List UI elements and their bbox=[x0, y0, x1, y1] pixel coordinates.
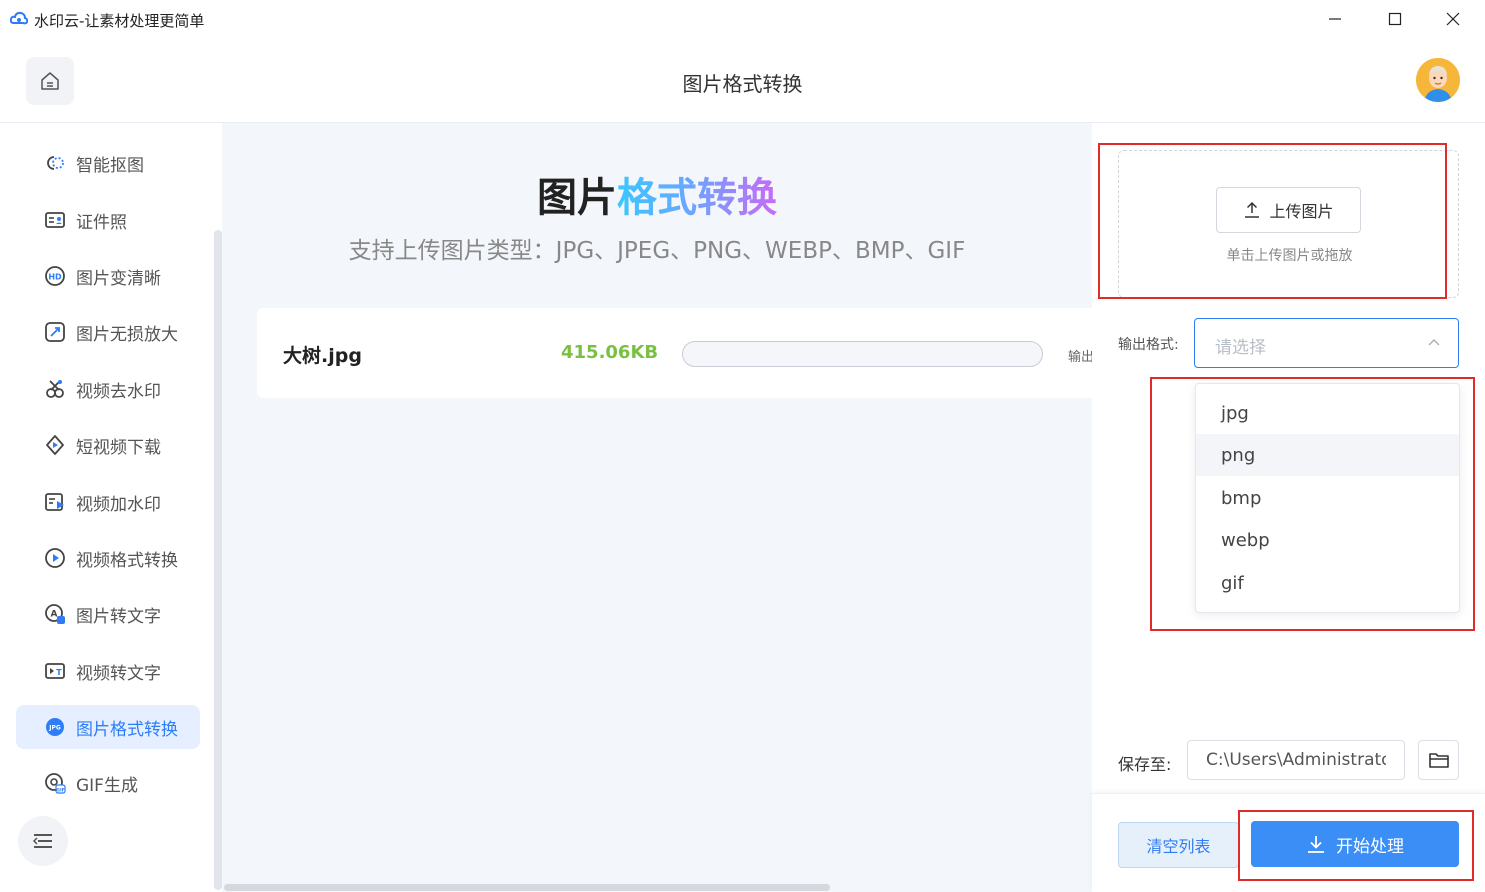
video-add-watermark-icon bbox=[43, 490, 67, 514]
sidebar-item-label: 证件照 bbox=[76, 212, 127, 233]
id-photo-icon bbox=[43, 208, 67, 232]
sidebar-item-label: 图片变清晰 bbox=[76, 268, 161, 289]
sidebar-scrollbar[interactable] bbox=[214, 230, 222, 890]
save-to-label: 保存至: bbox=[1118, 755, 1172, 774]
highlight-box-upload bbox=[1098, 143, 1447, 299]
sidebar-item-label: 智能抠图 bbox=[76, 155, 144, 176]
svg-text:GIF: GIF bbox=[56, 787, 64, 793]
file-output-label: 输出 bbox=[1068, 350, 1092, 365]
sidebar-item-label: 视频加水印 bbox=[76, 494, 161, 515]
sidebar-item-id-photo[interactable]: 证件照 bbox=[16, 198, 200, 242]
output-format-label: 输出格式: bbox=[1118, 337, 1179, 353]
maximize-icon bbox=[1388, 12, 1402, 26]
minimize-button[interactable] bbox=[1315, 6, 1355, 32]
close-window-button[interactable] bbox=[1433, 6, 1473, 32]
svg-text:JPG: JPG bbox=[48, 725, 61, 732]
sidebar-item-video-format[interactable]: 视频格式转换 bbox=[16, 536, 200, 580]
output-format-select[interactable]: 请选择 bbox=[1194, 318, 1459, 368]
sidebar-item-enlarge[interactable]: 图片无损放大 bbox=[16, 310, 200, 354]
file-name: 大树.jpg bbox=[283, 345, 362, 367]
image-to-text-icon: A bbox=[43, 602, 67, 626]
menu-icon bbox=[32, 834, 52, 848]
settings-panel: 上传图片 单击上传图片或拖放 输出格式: 请选择 jpg png bmp web… bbox=[1092, 123, 1485, 892]
main-horizontal-scrollbar[interactable] bbox=[224, 884, 830, 891]
collapse-menu-button[interactable] bbox=[18, 816, 68, 866]
file-row: 大树.jpg 415.06KB 输出 bbox=[257, 308, 1092, 398]
user-avatar[interactable] bbox=[1416, 58, 1460, 102]
app-logo-icon bbox=[10, 11, 28, 25]
file-size: 415.06KB bbox=[561, 342, 659, 363]
sidebar-item-label: 视频格式转换 bbox=[76, 550, 178, 571]
sidebar-item-label: 视频转文字 bbox=[76, 663, 161, 684]
sidebar-item-video-to-text[interactable]: T 视频转文字 bbox=[16, 649, 200, 693]
sidebar-item-label: 图片无损放大 bbox=[76, 324, 178, 345]
action-bar: 清空列表 开始处理 bbox=[1092, 793, 1485, 892]
video-remove-watermark-icon bbox=[43, 377, 67, 401]
hero-subtitle: 支持上传图片类型：JPG、JPEG、PNG、WEBP、BMP、GIF bbox=[348, 238, 966, 264]
hero-title: 图片格式转换 bbox=[222, 165, 1092, 223]
svg-text:T: T bbox=[56, 668, 62, 677]
sidebar-item-video-remove-watermark[interactable]: 视频去水印 bbox=[16, 367, 200, 411]
page-title: 图片格式转换 bbox=[682, 72, 803, 96]
sidebar-item-label: 视频去水印 bbox=[76, 381, 161, 402]
short-video-download-icon bbox=[43, 433, 67, 457]
enlarge-icon bbox=[43, 320, 67, 344]
sidebar-item-video-add-watermark[interactable]: 视频加水印 bbox=[16, 480, 200, 524]
gif-icon: GIF bbox=[43, 771, 67, 795]
sidebar-item-gif[interactable]: GIF GIF生成 bbox=[16, 761, 200, 805]
chevron-up-icon bbox=[1428, 339, 1440, 346]
avatar-icon bbox=[1416, 58, 1460, 102]
svg-text:A: A bbox=[51, 610, 58, 620]
sidebar-item-image-to-text[interactable]: A 图片转文字 bbox=[16, 592, 200, 636]
sidebar-item-hd[interactable]: HD 图片变清晰 bbox=[16, 254, 200, 298]
sidebar-item-label: GIF生成 bbox=[76, 775, 138, 796]
sidebar-item-short-video-download[interactable]: 短视频下载 bbox=[16, 423, 200, 467]
maximize-button[interactable] bbox=[1375, 6, 1415, 32]
close-icon bbox=[1446, 12, 1460, 26]
svg-text:HD: HD bbox=[48, 273, 62, 282]
highlight-box-start bbox=[1238, 810, 1474, 881]
main-area: 图片格式转换 支持上传图片类型：JPG、JPEG、PNG、WEBP、BMP、GI… bbox=[222, 123, 1092, 892]
app-header: 图片格式转换 bbox=[0, 38, 1485, 123]
highlight-box-dropdown bbox=[1150, 377, 1475, 631]
clear-list-button[interactable]: 清空列表 bbox=[1118, 822, 1239, 868]
sidebar-item-label: 图片转文字 bbox=[76, 606, 161, 627]
smart-cutout-icon bbox=[43, 151, 67, 175]
sidebar-item-smart-cutout[interactable]: 智能抠图 bbox=[16, 141, 200, 185]
sidebar-item-label: 图片格式转换 bbox=[76, 719, 178, 740]
folder-icon bbox=[1428, 753, 1449, 768]
sidebar: 智能抠图 证件照 HD 图片变清晰 图片无损放大 视频去水印 短视频下载 视频加… bbox=[0, 123, 222, 892]
window-title: 水印云-让素材处理更简单 bbox=[34, 12, 205, 30]
jpg-icon: JPG bbox=[43, 715, 67, 739]
title-bar: 水印云-让素材处理更简单 bbox=[0, 0, 1485, 38]
format-select-placeholder: 请选择 bbox=[1215, 338, 1266, 358]
video-format-icon bbox=[43, 546, 67, 570]
progress-bar bbox=[682, 341, 1043, 367]
sidebar-item-image-format[interactable]: JPG 图片格式转换 bbox=[16, 705, 200, 749]
browse-folder-button[interactable] bbox=[1418, 740, 1459, 780]
sidebar-item-label: 短视频下载 bbox=[76, 437, 161, 458]
hero-title-part2: 格式转换 bbox=[617, 175, 777, 221]
hero-title-part1: 图片 bbox=[537, 175, 617, 221]
minimize-icon bbox=[1329, 18, 1341, 20]
video-to-text-icon: T bbox=[43, 659, 67, 683]
save-path-field[interactable] bbox=[1187, 740, 1405, 780]
hd-icon: HD bbox=[43, 264, 67, 288]
